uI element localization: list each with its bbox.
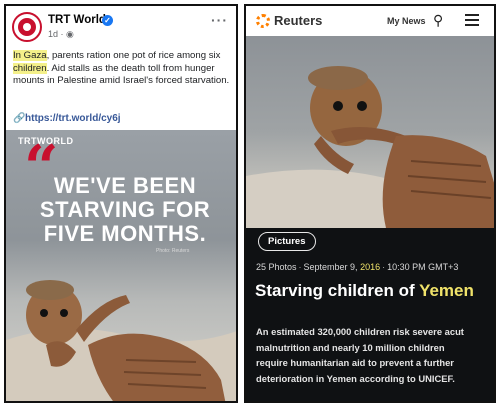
article-meta: 25 Photos · September 9, 2016 · 10:30 PM GMT…	[256, 262, 459, 272]
post-timestamp[interactable]: 1d · ◉	[48, 29, 74, 40]
reuters-header: Reuters My News ⚲	[246, 6, 494, 36]
hamburger-menu-icon[interactable]	[465, 14, 479, 26]
article-summary: An estimated 320,000 children risk sever…	[256, 326, 464, 384]
verified-badge-icon: ✓	[102, 15, 113, 26]
reuters-article: Reuters My News ⚲ Pictures 25 Photos · Sep…	[244, 4, 496, 403]
reuters-logo-icon[interactable]	[256, 14, 270, 28]
globe-icon: ◉	[66, 29, 74, 39]
article-title: Starving children of Yemen	[255, 281, 474, 300]
my-news-link[interactable]: My News	[387, 16, 426, 26]
child-photo	[246, 66, 494, 228]
reuters-logo[interactable]: Reuters	[274, 13, 322, 28]
article-photo[interactable]	[246, 36, 494, 228]
post-text: In Gaza, parents ration one pot of rice …	[13, 50, 230, 87]
post-header: TRT World ✓ 1d · ◉ ···	[6, 6, 236, 46]
post-link[interactable]: 🔗https://trt.world/cy6j	[13, 113, 121, 124]
search-icon[interactable]: ⚲	[433, 12, 443, 29]
trt-world-avatar[interactable]	[12, 12, 42, 42]
more-options-icon[interactable]: ···	[211, 12, 228, 28]
link-icon: 🔗	[13, 113, 26, 124]
child-photo	[6, 280, 236, 401]
post-image[interactable]: TRTWORLD “ WE'VE BEEN STARVING FOR FIVE …	[6, 130, 236, 401]
trt-world-post: TRT World ✓ 1d · ◉ ··· In Gaza, parents …	[4, 4, 238, 403]
pictures-tag[interactable]: Pictures	[258, 232, 316, 251]
page-name[interactable]: TRT World	[48, 14, 106, 26]
